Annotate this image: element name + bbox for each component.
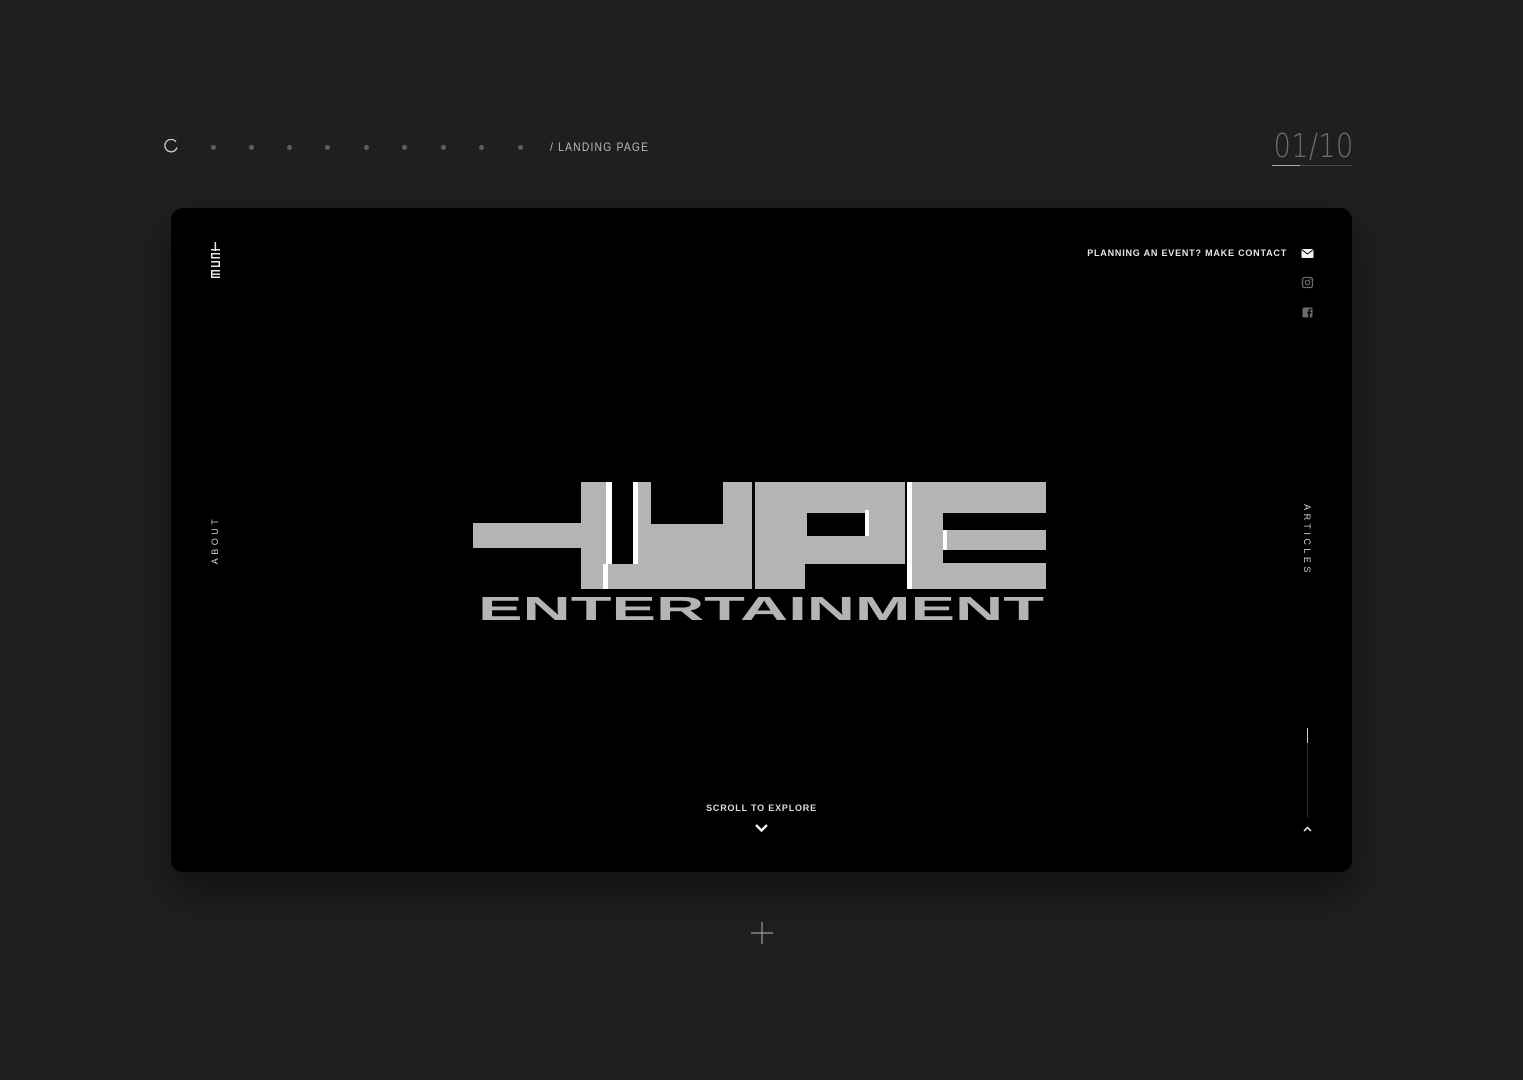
scroll-to-explore[interactable]: SCROLL TO EXPLORE [171, 803, 1352, 813]
page: / LANDING PAGE 01/10 ABOUT ARTICLES PLAN… [0, 0, 1523, 1080]
slide-dot[interactable] [479, 145, 484, 150]
slide-dot[interactable] [249, 145, 254, 150]
logo-subtitle: ENTERTAINMENT [478, 590, 1044, 627]
instagram-icon[interactable] [1301, 276, 1314, 289]
hero-card: ABOUT ARTICLES PLANNING AN EVENT? MAKE C… [171, 208, 1352, 872]
page-progress-fill [1272, 165, 1300, 166]
plus-icon[interactable] [751, 922, 773, 944]
loader-icon [164, 139, 178, 153]
page-counter: 01/10 [1273, 126, 1354, 165]
about-link[interactable]: ABOUT [210, 516, 220, 565]
logo-word-shape [473, 482, 1046, 589]
chevron-down-icon[interactable] [754, 823, 769, 833]
chevron-up-icon[interactable] [1302, 825, 1313, 833]
articles-link[interactable]: ARTICLES [1302, 504, 1312, 576]
top-navigation: / LANDING PAGE 01/10 [164, 126, 1354, 168]
slide-dot[interactable] [402, 145, 407, 150]
breadcrumb: / LANDING PAGE [550, 140, 650, 154]
contact-link[interactable]: PLANNING AN EVENT? MAKE CONTACT [1087, 248, 1287, 258]
scroll-progress-fill [1307, 728, 1308, 744]
slide-dot[interactable] [518, 145, 523, 150]
page-progress-bar [1272, 165, 1352, 166]
slide-dot[interactable] [364, 145, 369, 150]
slide-dot[interactable] [325, 145, 330, 150]
slide-dot[interactable] [441, 145, 446, 150]
scroll-progress-track [1307, 728, 1308, 818]
page-counter-current: 01 [1273, 126, 1310, 165]
slide-dot[interactable] [211, 145, 216, 150]
slide-dot[interactable] [287, 145, 292, 150]
brand-logo-icon[interactable] [211, 242, 220, 278]
hype-entertainment-logo: ENTERTAINMENT [473, 482, 1046, 627]
page-counter-total: 10 [1318, 126, 1354, 165]
envelope-icon[interactable] [1301, 247, 1314, 260]
facebook-icon[interactable] [1301, 306, 1314, 319]
